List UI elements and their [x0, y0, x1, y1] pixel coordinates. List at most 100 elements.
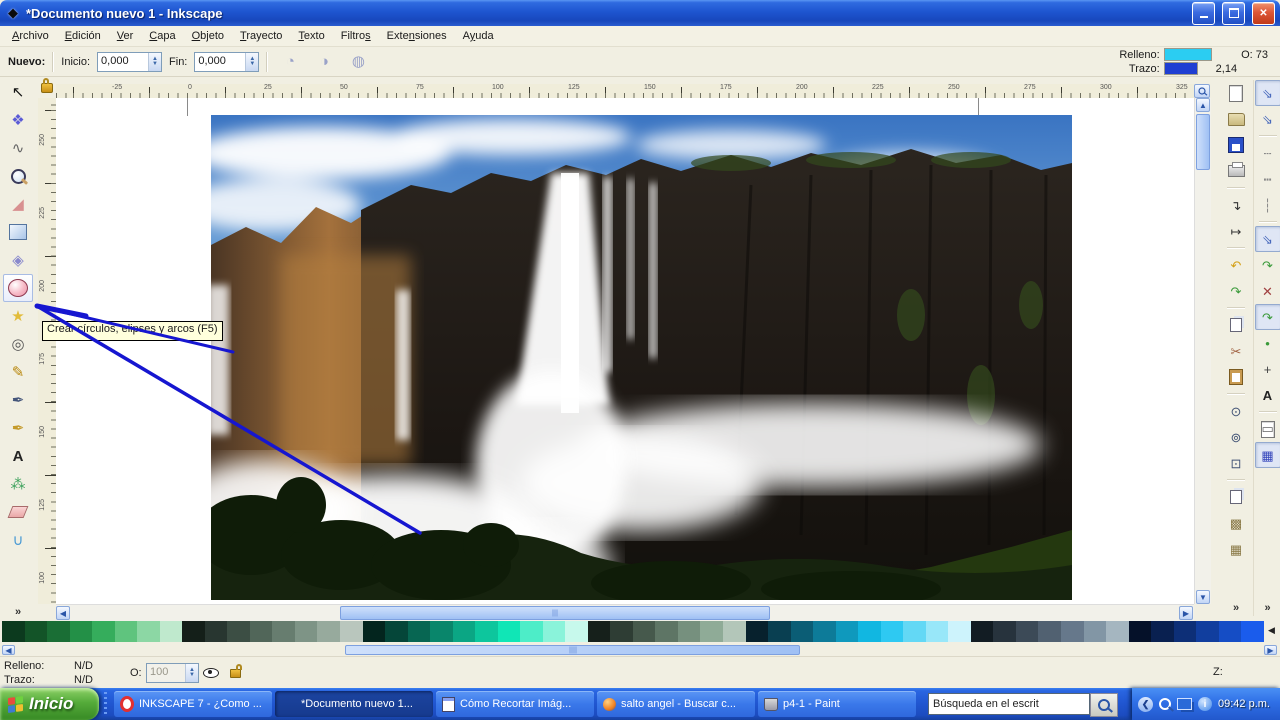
- palette-swatch[interactable]: [69, 621, 93, 642]
- palette-swatch[interactable]: [858, 621, 881, 642]
- tool-bezier[interactable]: [3, 386, 33, 414]
- palette-swatch[interactable]: [272, 621, 295, 642]
- tool-ellipse[interactable]: [3, 274, 33, 302]
- palette-swatch[interactable]: [745, 621, 769, 642]
- palette-swatch[interactable]: [47, 621, 70, 642]
- palette-swatch[interactable]: [452, 621, 476, 642]
- inicio-spinbox[interactable]: 0,000 ▲ ▼: [97, 51, 163, 72]
- palette-swatch[interactable]: [317, 621, 340, 642]
- palette-swatch[interactable]: [92, 621, 115, 642]
- palette-swatch[interactable]: [1038, 621, 1061, 642]
- palette-swatch[interactable]: [542, 621, 566, 642]
- paste-button[interactable]: [1223, 364, 1249, 390]
- redo-button[interactable]: [1223, 278, 1249, 304]
- tool-3dbox[interactable]: [3, 246, 33, 274]
- unlink-clone-button[interactable]: [1223, 536, 1249, 562]
- info-balloon-icon[interactable]: i: [1198, 697, 1213, 711]
- quicklaunch-separator[interactable]: [104, 692, 107, 716]
- palette-scroll-right-button[interactable]: ▶: [1264, 645, 1277, 655]
- palette-swatch[interactable]: [1241, 621, 1264, 642]
- duplicate-button[interactable]: [1223, 484, 1249, 510]
- palette-swatch[interactable]: [362, 621, 386, 642]
- tool-star[interactable]: [3, 302, 33, 330]
- palette-swatch[interactable]: [520, 621, 543, 642]
- menu-extensiones[interactable]: Extensiones: [379, 27, 455, 45]
- menu-ayuda[interactable]: Ayuda: [455, 27, 502, 45]
- search-button[interactable]: [1090, 693, 1118, 717]
- palette-swatch[interactable]: [24, 621, 48, 642]
- cut-button[interactable]: [1223, 338, 1249, 364]
- restore-button[interactable]: [1222, 1, 1245, 25]
- zoom-page-button[interactable]: [1223, 450, 1249, 476]
- task-paint[interactable]: p4-1 - Paint: [758, 691, 916, 717]
- snap-enable-toggle[interactable]: [1254, 80, 1280, 106]
- fill-color-swatch[interactable]: [1163, 48, 1212, 61]
- palette-swatch[interactable]: [475, 621, 498, 642]
- undo-button[interactable]: [1223, 252, 1249, 278]
- palette-swatch[interactable]: [430, 621, 453, 642]
- palette-swatch[interactable]: [565, 621, 588, 642]
- menu-filtros[interactable]: Filtros: [333, 27, 379, 45]
- tool-calligraphy[interactable]: [3, 414, 33, 442]
- whole-ellipse-button[interactable]: [343, 48, 373, 76]
- overflow-chevron-icon[interactable]: »: [1233, 602, 1239, 616]
- palette-scroll-thumb[interactable]: [345, 645, 800, 655]
- snap-page-border-toggle[interactable]: [1255, 416, 1280, 442]
- tool-pencil[interactable]: [3, 358, 33, 386]
- task-opera[interactable]: INKSCAPE 7 - ¿Como ...: [114, 691, 272, 717]
- palette-scrollbar[interactable]: ◀ ▶: [0, 644, 1280, 656]
- task-inkscape[interactable]: *Documento nuevo 1...: [275, 691, 433, 717]
- snap-bbox-corners-toggle[interactable]: [1255, 166, 1280, 192]
- palette-swatch[interactable]: [790, 621, 814, 642]
- overflow-chevron-icon[interactable]: »: [15, 606, 21, 620]
- tool-tweak[interactable]: [3, 134, 33, 162]
- menu-objeto[interactable]: Objeto: [184, 27, 232, 45]
- tray-magnifier-icon[interactable]: [1159, 698, 1172, 710]
- arc-button[interactable]: [309, 48, 339, 76]
- snap-bbox-edges-toggle[interactable]: [1255, 140, 1280, 166]
- palette-swatch[interactable]: [2, 621, 25, 642]
- menu-texto[interactable]: Texto: [290, 27, 332, 45]
- stroke-color-swatch[interactable]: [1163, 62, 1198, 75]
- new-document-button[interactable]: [1223, 80, 1249, 106]
- tool-text[interactable]: [3, 442, 33, 470]
- palette-swatch[interactable]: [114, 621, 138, 642]
- palette-swatch[interactable]: [1060, 621, 1084, 642]
- palette-swatch[interactable]: [1196, 621, 1219, 642]
- snap-text-baseline-toggle[interactable]: [1255, 382, 1280, 408]
- palette-swatch[interactable]: [813, 621, 836, 642]
- tool-spray[interactable]: [3, 470, 33, 498]
- palette-swatch[interactable]: [385, 621, 408, 642]
- palette-swatch[interactable]: [700, 621, 723, 642]
- import-button[interactable]: [1223, 192, 1249, 218]
- tool-eraser[interactable]: [3, 498, 33, 526]
- palette-swatch[interactable]: [880, 621, 904, 642]
- menu-archivo[interactable]: Archivo: [4, 27, 57, 45]
- tray-chevron-icon[interactable]: ❮: [1138, 696, 1154, 712]
- copy-button[interactable]: [1223, 312, 1249, 338]
- print-button[interactable]: [1223, 158, 1249, 184]
- palette-swatch[interactable]: [768, 621, 791, 642]
- horizontal-scroll-thumb[interactable]: [340, 606, 770, 620]
- horizontal-scrollbar[interactable]: ◀ ▶: [56, 604, 1194, 621]
- scroll-down-button[interactable]: ▼: [1196, 590, 1210, 604]
- palette-swatch[interactable]: [632, 621, 656, 642]
- tool-rectangle[interactable]: [3, 218, 33, 246]
- spinner-arrows-icon[interactable]: ▲ ▼: [148, 52, 162, 71]
- layer-lock-button[interactable]: [224, 662, 246, 684]
- overflow-chevron-icon[interactable]: »: [1264, 602, 1270, 616]
- menu-trayecto[interactable]: Trayecto: [232, 27, 290, 45]
- search-input[interactable]: [928, 693, 1090, 715]
- palette-swatch[interactable]: [159, 621, 183, 642]
- palette-swatch[interactable]: [1015, 621, 1039, 642]
- tool-bucket[interactable]: [3, 526, 33, 554]
- relleno-status-value[interactable]: N/D: [74, 660, 93, 672]
- snap-nodes-toggle[interactable]: [1254, 226, 1280, 252]
- slice-button[interactable]: [275, 48, 305, 76]
- palette-scroll-left-icon[interactable]: ◀: [1268, 625, 1278, 637]
- start-button[interactable]: Inicio: [0, 688, 99, 720]
- snap-grid-toggle[interactable]: [1254, 442, 1280, 468]
- snap-path-toggle[interactable]: [1255, 252, 1280, 278]
- clone-button[interactable]: [1223, 510, 1249, 536]
- network-icon[interactable]: [1177, 698, 1193, 710]
